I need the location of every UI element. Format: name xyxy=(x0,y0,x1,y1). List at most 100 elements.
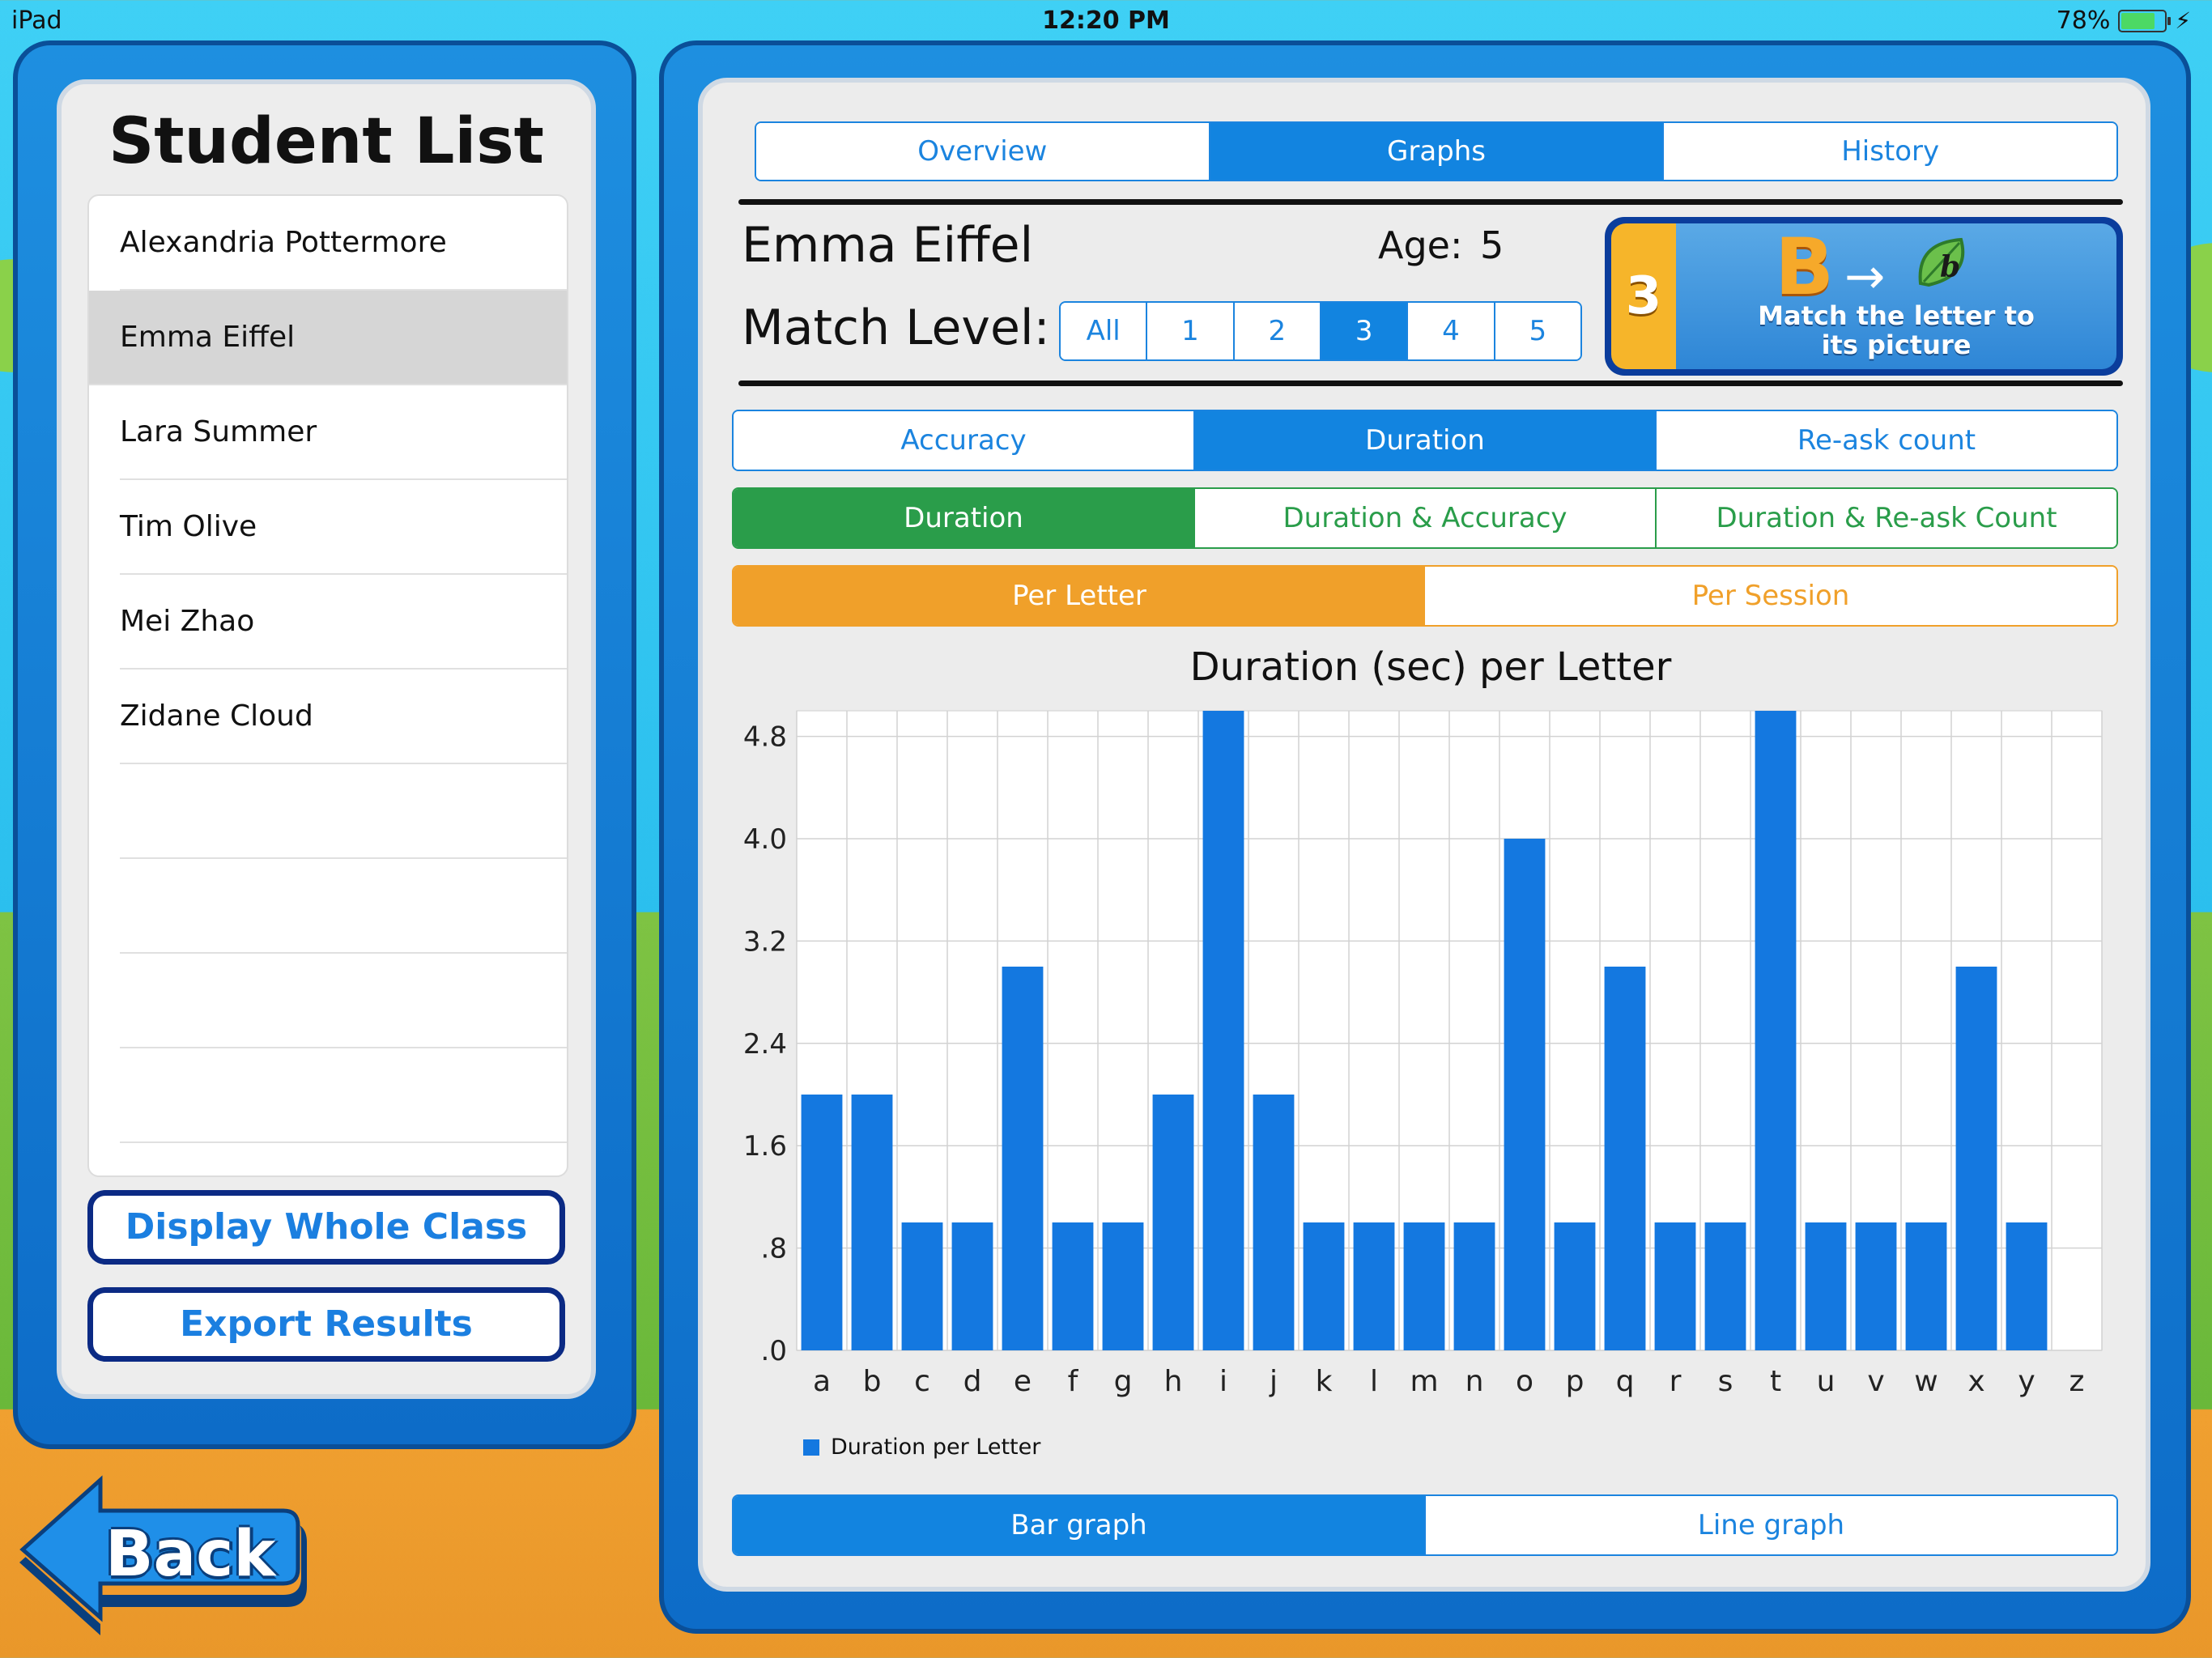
y-tick-label: 3.2 xyxy=(743,925,787,958)
match-level-selector: All 1 2 3 4 5 xyxy=(1059,301,1582,361)
tab-overview[interactable]: Overview xyxy=(756,123,1209,180)
x-tick-label: n xyxy=(1465,1365,1484,1398)
divider-top xyxy=(738,199,2123,205)
x-tick-label: a xyxy=(813,1365,831,1398)
x-tick-label: v xyxy=(1867,1365,1884,1398)
bar-f xyxy=(1052,1222,1094,1350)
match-level-option-all[interactable]: All xyxy=(1061,303,1146,359)
match-level-option-3[interactable]: 3 xyxy=(1319,303,1407,359)
student-row[interactable]: Tim Olive xyxy=(120,480,567,575)
graph-type-tabs: Bar graph Line graph xyxy=(732,1494,2118,1556)
metric-tab-re-ask-count[interactable]: Re-ask count xyxy=(1655,411,2116,470)
letter-b-glyph: B xyxy=(1775,222,1835,312)
y-tick-label: .8 xyxy=(761,1233,787,1265)
match-level-label: Match Level: xyxy=(742,300,1050,356)
bar-s xyxy=(1704,1222,1746,1350)
tab-history[interactable]: History xyxy=(1662,123,2116,180)
student-row[interactable]: Lara Summer xyxy=(120,385,567,480)
student-row xyxy=(120,1048,567,1143)
y-tick-label: 4.0 xyxy=(743,823,787,856)
tab-graphs[interactable]: Graphs xyxy=(1208,123,1663,180)
duration-bar-chart: .0 .8 1.6 2.4 3.2 4.0 4.8 a b c d e f g h i j k l m n o p q r s t u… xyxy=(743,710,2103,1398)
bar-u xyxy=(1805,1222,1847,1350)
display-whole-class-button[interactable]: Display Whole Class xyxy=(87,1190,565,1265)
export-results-button[interactable]: Export Results xyxy=(87,1287,565,1362)
age-value: 5 xyxy=(1480,223,1504,267)
bar-d xyxy=(951,1222,993,1350)
bar-c xyxy=(901,1222,943,1350)
battery-percent: 78% xyxy=(2056,6,2111,35)
match-level-option-1[interactable]: 1 xyxy=(1146,303,1233,359)
x-tick-label: o xyxy=(1516,1365,1534,1398)
x-tick-label: q xyxy=(1616,1365,1635,1398)
match-level-option-2[interactable]: 2 xyxy=(1232,303,1320,359)
bar-k xyxy=(1303,1222,1345,1350)
student-row xyxy=(120,859,567,954)
bar-n xyxy=(1453,1222,1495,1350)
legend-label: Duration per Letter xyxy=(831,1435,1041,1460)
view-tabs: Overview Graphs History xyxy=(755,121,2118,181)
bar-l xyxy=(1353,1222,1395,1350)
clock: 12:20 PM xyxy=(1042,6,1170,35)
x-tick-label: x xyxy=(1967,1365,1984,1398)
bar-r xyxy=(1654,1222,1696,1350)
x-tick-label: u xyxy=(1817,1365,1836,1398)
legend-swatch xyxy=(803,1439,819,1456)
bar-j xyxy=(1253,1095,1295,1350)
svg-text:b: b xyxy=(1940,250,1960,284)
bar-t xyxy=(1755,711,1797,1350)
x-tick-label: j xyxy=(1269,1365,1278,1398)
chart-title: Duration (sec) per Letter xyxy=(1189,644,1672,690)
divider-bottom xyxy=(738,380,2123,386)
x-tick-label: g xyxy=(1114,1365,1133,1398)
duration-mode-tabs: Duration Duration & Accuracy Duration & Re… xyxy=(732,487,2118,549)
bar-v xyxy=(1855,1222,1897,1350)
student-row[interactable]: Zidane Cloud xyxy=(120,670,567,764)
level-number: 3 xyxy=(1611,223,1676,369)
x-tick-label: t xyxy=(1770,1365,1781,1398)
leaf-picture-icon: b xyxy=(1918,237,1965,287)
level-card[interactable]: 3 B → b Match the letter to its picture xyxy=(1605,217,2123,376)
per-tab-per-session[interactable]: Per Session xyxy=(1425,567,2116,625)
bar-x xyxy=(1955,967,1997,1350)
bar-y xyxy=(2006,1222,2048,1350)
charging-icon: ⚡ xyxy=(2175,7,2191,34)
x-tick-label: f xyxy=(1068,1365,1079,1398)
student-row xyxy=(120,954,567,1048)
student-row[interactable]: Emma Eiffel xyxy=(89,291,567,385)
x-tick-label: e xyxy=(1014,1365,1032,1398)
graph-tab-bar-graph[interactable]: Bar graph xyxy=(734,1496,1424,1554)
x-tick-label: c xyxy=(914,1365,930,1398)
x-tick-label: z xyxy=(2069,1365,2085,1398)
bar-o xyxy=(1504,839,1546,1350)
metric-tab-accuracy[interactable]: Accuracy xyxy=(734,411,1193,470)
age-label: Age: xyxy=(1378,223,1463,267)
x-tick-label: y xyxy=(2018,1365,2035,1398)
duration-tab-duration-re-ask-count[interactable]: Duration & Re-ask Count xyxy=(1655,489,2116,547)
battery-icon xyxy=(2118,9,2172,32)
battery-status: 78% ⚡ xyxy=(2057,6,2191,35)
student-row[interactable]: Mei Zhao xyxy=(120,575,567,670)
per-unit-tabs: Per Letter Per Session xyxy=(732,565,2118,627)
duration-tab-duration[interactable]: Duration xyxy=(734,489,1193,547)
graph-tab-line-graph[interactable]: Line graph xyxy=(1424,1496,2116,1554)
y-tick-label: 4.8 xyxy=(743,721,787,754)
duration-tab-duration-accuracy[interactable]: Duration & Accuracy xyxy=(1193,489,1655,547)
bar-w xyxy=(1905,1222,1947,1350)
chart-legend: Duration per Letter xyxy=(803,1435,1040,1460)
x-tick-label: i xyxy=(1219,1365,1227,1398)
level-description: Match the letter to its picture xyxy=(1758,300,2035,360)
x-tick-label: s xyxy=(1718,1365,1733,1398)
metric-tab-duration[interactable]: Duration xyxy=(1193,411,1655,470)
x-tick-label: l xyxy=(1370,1365,1378,1398)
per-tab-per-letter[interactable]: Per Letter xyxy=(734,567,1425,625)
y-tick-label: 1.6 xyxy=(743,1130,787,1163)
student-list-title: Student List xyxy=(108,105,544,178)
student-row xyxy=(120,764,567,859)
match-level-option-4[interactable]: 4 xyxy=(1406,303,1494,359)
metric-tabs: Accuracy Duration Re-ask count xyxy=(732,410,2118,471)
match-level-option-5[interactable]: 5 xyxy=(1493,303,1580,359)
status-bar: iPad 12:20 PM 78% ⚡ xyxy=(0,0,2212,42)
x-tick-label: d xyxy=(963,1365,982,1398)
student-row[interactable]: Alexandria Pottermore xyxy=(120,196,567,291)
